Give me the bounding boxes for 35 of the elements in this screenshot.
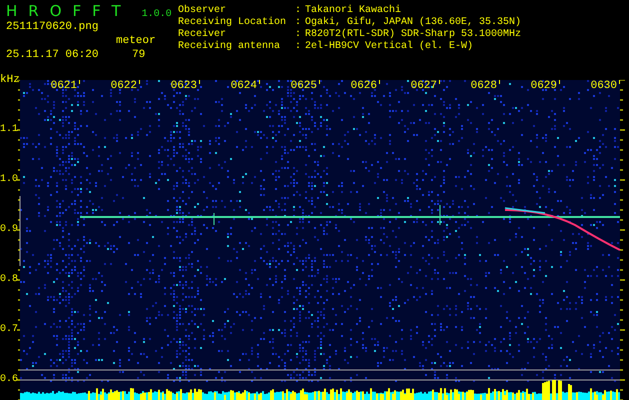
detection-count: 79 (132, 48, 146, 62)
file-name: 2511170620.png (6, 20, 98, 34)
time-label: 0630 (590, 80, 617, 92)
separator: : (295, 5, 302, 17)
unit-label: kHz (0, 74, 20, 86)
frequency-label: 0.8 (0, 274, 18, 286)
time-label: 0622 (110, 80, 137, 92)
frequency-label: 0.6 (0, 374, 18, 386)
info-value: Takanori Kawachi (305, 5, 402, 16)
info-label: Receiving Location (178, 17, 286, 28)
time-label: 0623 (170, 80, 197, 92)
separator: : (295, 41, 302, 53)
separator: : (295, 29, 302, 41)
separator: : (295, 17, 302, 29)
time-label: 0629 (530, 80, 557, 92)
date-time: 25.11.17 06:20 (6, 48, 98, 62)
frequency-label: 0.7 (0, 324, 18, 336)
info-label: Receiver (178, 29, 226, 40)
time-label: 0625 (290, 80, 317, 92)
frequency-label: 1.1 (0, 124, 18, 136)
time-label: 0621 (50, 80, 77, 92)
app-title: HROFFT (6, 1, 132, 20)
info-label: Observer (178, 5, 226, 16)
detection-label: meteor (116, 34, 156, 48)
info-label: Receiving antenna (178, 41, 280, 53)
time-label: 0628 (470, 80, 497, 92)
time-label: 0624 (230, 80, 257, 92)
version-label: 1.0.0 (142, 9, 172, 20)
frequency-label: 0.9 (0, 224, 18, 236)
time-label: 0627 (410, 80, 437, 92)
info-value: Ogaki, Gifu, JAPAN (136.60E, 35.35N) (305, 17, 522, 28)
time-label: 0626 (350, 80, 377, 92)
info-value: R820T2(RTL-SDR) SDR-Sharp 53.1000MHz (305, 29, 522, 40)
info-value: 2el-HB9CV Vertical (el. E-W) (305, 41, 474, 53)
frequency-label: 1.0 (0, 174, 18, 186)
